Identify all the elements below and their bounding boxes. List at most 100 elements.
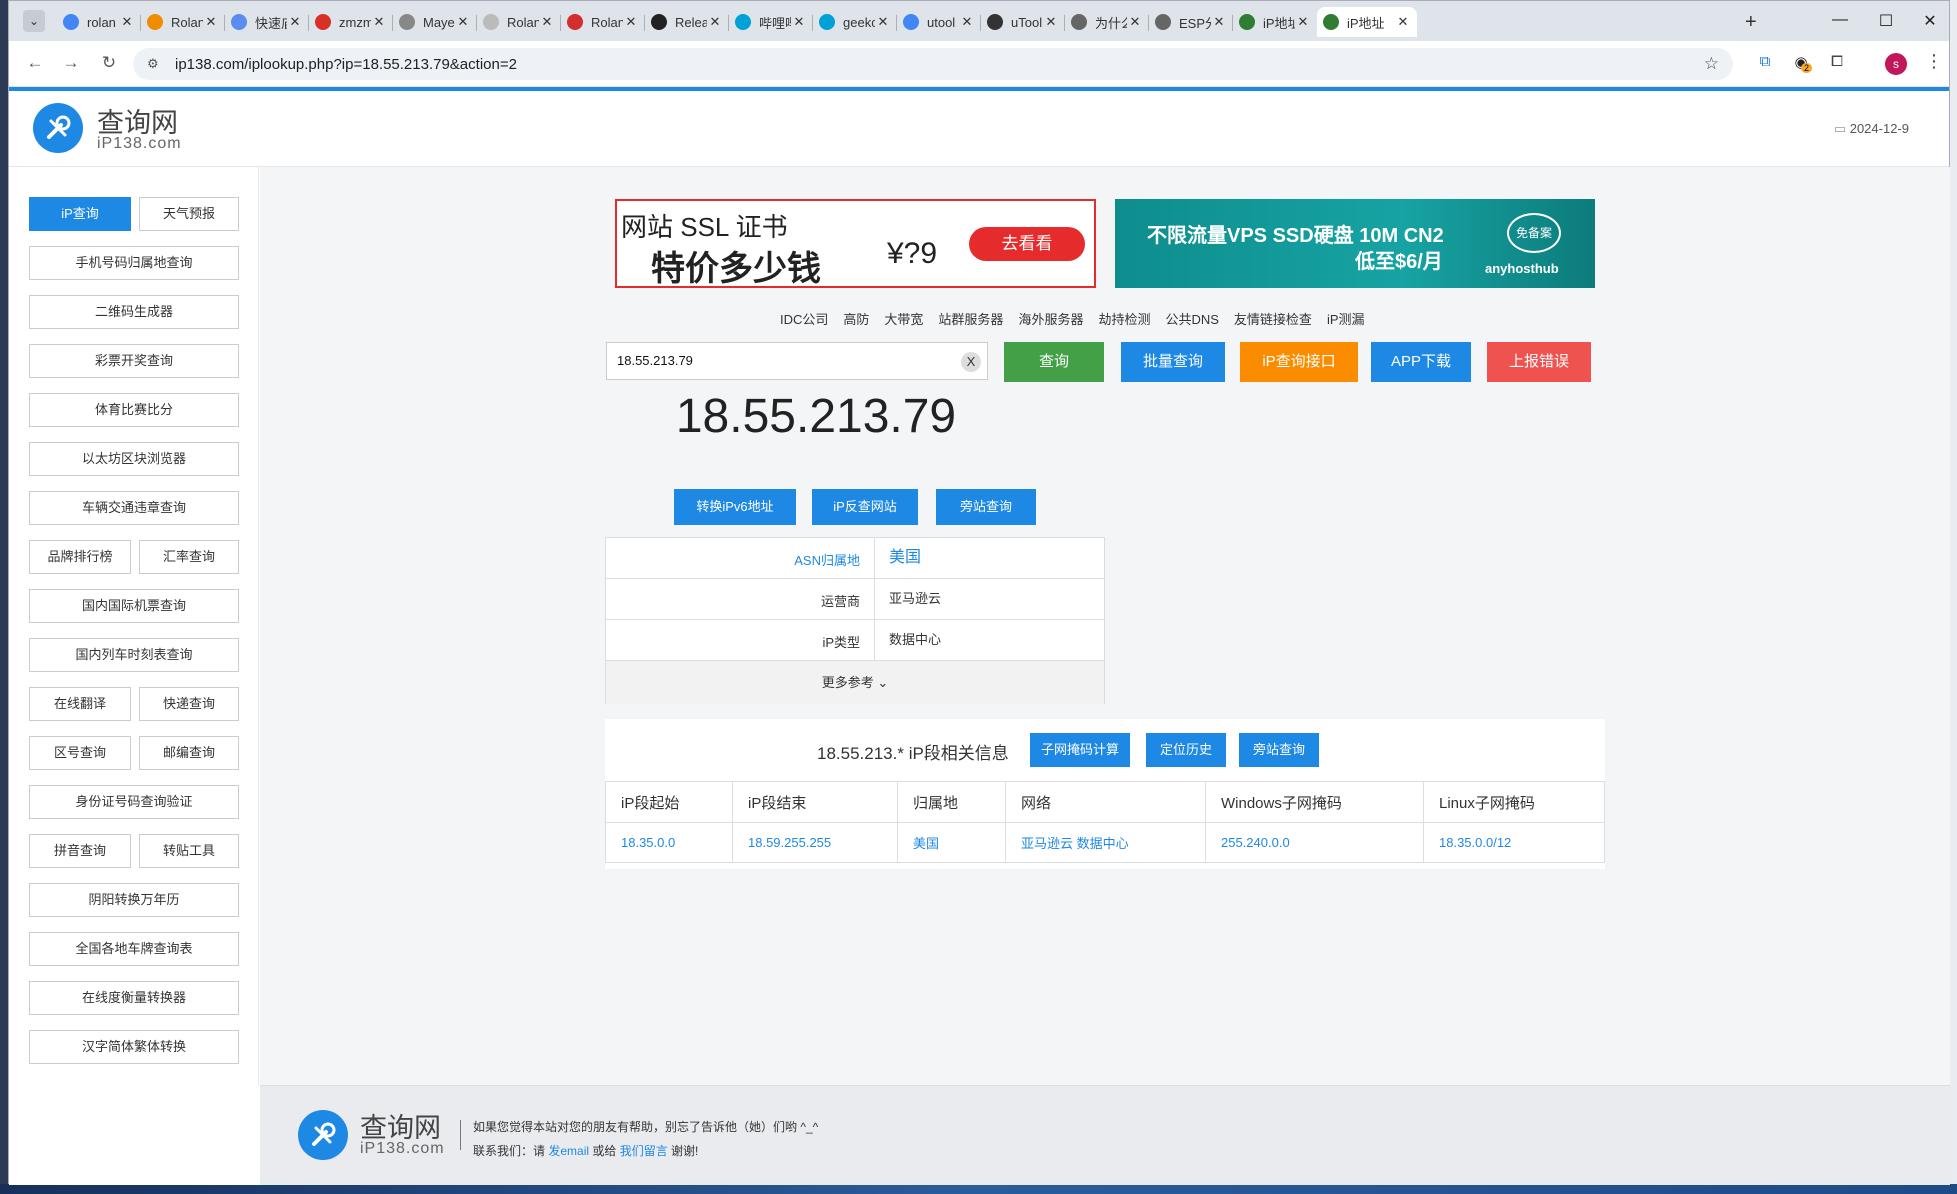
ipv6-convert-button[interactable]: 转换iPv6地址 — [674, 489, 796, 525]
tab-gear[interactable]: ESP分✕ — [1149, 7, 1233, 37]
sidebar-item-areacode[interactable]: 区号查询 — [29, 736, 131, 770]
sidebar-item-calendar[interactable]: 阴阳转换万年历 — [29, 883, 239, 917]
sidebar-item-chinese[interactable]: 汉字简体繁体转换 — [29, 1030, 239, 1064]
close-tab-icon[interactable]: ✕ — [1043, 14, 1059, 30]
sidebar-item-postcode[interactable]: 邮编查询 — [139, 736, 239, 770]
email-link[interactable]: 发email — [548, 1144, 589, 1158]
close-tab-icon[interactable]: ✕ — [119, 14, 135, 30]
profile-avatar[interactable]: s — [1885, 53, 1907, 75]
close-tab-icon[interactable]: ✕ — [371, 14, 387, 30]
close-tab-icon[interactable]: ✕ — [959, 14, 975, 30]
ssl-ad-button[interactable]: 去看看 — [969, 227, 1085, 261]
tab-maye[interactable]: Maye ✕ — [393, 7, 477, 37]
quick-link[interactable]: 大带宽 — [884, 309, 923, 328]
sidebar-item-phone[interactable]: 手机号码归属地查询 — [29, 246, 239, 280]
tab-github[interactable]: Relea ✕ — [645, 7, 729, 37]
ip-search-input[interactable]: 18.55.213.79 — [606, 342, 988, 380]
tab-kuaisu[interactable]: 快速庙✕ — [225, 7, 309, 37]
sidebar-item-lottery[interactable]: 彩票开奖查询 — [29, 344, 239, 378]
close-tab-icon[interactable]: ✕ — [707, 14, 723, 30]
sidebar-item-plate[interactable]: 全国各地车牌查询表 — [29, 932, 239, 966]
close-tab-icon[interactable]: ✕ — [287, 14, 303, 30]
api-button[interactable]: iP查询接口 — [1240, 342, 1358, 382]
sidebar-item-repost[interactable]: 转贴工具 — [139, 834, 239, 868]
close-tab-icon[interactable]: ✕ — [539, 14, 555, 30]
quick-link[interactable]: 友情链接检查 — [1234, 309, 1312, 328]
site-info-icon[interactable]: ⚙ — [147, 56, 159, 72]
logo-domain[interactable]: iP138.com — [97, 135, 182, 153]
tab-google[interactable]: utool ✕ — [897, 7, 981, 37]
tab-utools[interactable]: uTool ✕ — [981, 7, 1065, 37]
quick-link[interactable]: iP测漏 — [1327, 309, 1365, 328]
close-tab-icon[interactable]: ✕ — [791, 14, 807, 30]
reload-button[interactable]: ↻ — [97, 53, 121, 73]
range-side-sites-button[interactable]: 旁站查询 — [1239, 733, 1319, 767]
vps-ad-banner[interactable]: 不限流量VPS SSD硬盘 10M CN2 低至$6/月 免备案 anyhost… — [1115, 199, 1595, 288]
more-reference-toggle[interactable]: 更多参考 ⌄ — [606, 661, 1104, 704]
subnet-calc-button[interactable]: 子网掩码计算 — [1030, 733, 1130, 767]
close-tab-icon[interactable]: ✕ — [1395, 14, 1411, 30]
tab-google[interactable]: rolan ✕ — [57, 7, 141, 37]
reverse-ip-button[interactable]: iP反查网站 — [812, 489, 918, 525]
tab-globe[interactable]: 为什么✕ — [1065, 7, 1149, 37]
report-error-button[interactable]: 上报错误 — [1487, 342, 1591, 382]
logo-wrench-icon[interactable] — [33, 103, 83, 153]
close-tab-icon[interactable]: ✕ — [1211, 14, 1227, 30]
extension-badge-icon[interactable]: ◉ 2 — [1791, 53, 1813, 73]
table-cell[interactable]: 18.59.255.255 — [732, 822, 898, 863]
sidebar-item-qrcode[interactable]: 二维码生成器 — [29, 295, 239, 329]
forward-button[interactable]: → — [59, 53, 83, 73]
clear-input-button[interactable]: X — [961, 352, 981, 372]
tab-zmz[interactable]: zmzm ✕ — [309, 7, 393, 37]
sidebar-item-ip-query[interactable]: iP查询 — [29, 197, 131, 231]
footer-logo-icon[interactable] — [298, 1110, 348, 1160]
sidebar-item-ethereum[interactable]: 以太坊区块浏览器 — [29, 442, 239, 476]
tab-ip138[interactable]: iP地址 ✕ — [1233, 7, 1317, 37]
message-link[interactable]: 我们留言 — [620, 1144, 668, 1158]
sidebar-item-train[interactable]: 国内列车时刻表查询 — [29, 638, 239, 672]
table-cell[interactable]: 18.35.0.0/12 — [1423, 822, 1605, 863]
extensions-puzzle-icon[interactable]: ⧠ — [1827, 53, 1847, 73]
quick-link[interactable]: 站群服务器 — [938, 309, 1003, 328]
close-tab-icon[interactable]: ✕ — [203, 14, 219, 30]
sidebar-item-brand[interactable]: 品牌排行榜 — [29, 540, 131, 574]
close-window-button[interactable]: ✕ — [1915, 11, 1945, 31]
translate-extension-icon[interactable]: ⧉ — [1755, 53, 1775, 73]
query-button[interactable]: 查询 — [1004, 342, 1104, 382]
sidebar-item-express[interactable]: 快递查询 — [139, 687, 239, 721]
sidebar-item-idcard[interactable]: 身份证号码查询验证 — [29, 785, 239, 819]
table-cell[interactable]: 255.240.0.0 — [1205, 822, 1424, 863]
tab-circle[interactable]: Rolan ✕ — [477, 7, 561, 37]
tab-bilibili[interactable]: 哔哩哔✕ — [729, 7, 813, 37]
ssl-ad-banner[interactable]: 网站 SSL 证书 特价多少钱 ¥?9 去看看 — [615, 199, 1096, 288]
table-cell[interactable]: 亚马逊云 数据中心 — [1005, 822, 1206, 863]
quick-link[interactable]: 公共DNS — [1165, 309, 1218, 328]
tab-rolan-red[interactable]: Rolan ✕ — [561, 7, 645, 37]
tab-bilibili[interactable]: geekc ✕ — [813, 7, 897, 37]
new-tab-button[interactable]: + — [1745, 11, 1757, 34]
close-tab-icon[interactable]: ✕ — [1295, 14, 1311, 30]
browser-menu-icon[interactable]: ⋮ — [1925, 51, 1943, 72]
close-tab-icon[interactable]: ✕ — [1127, 14, 1143, 30]
quick-link[interactable]: 高防 — [843, 309, 869, 328]
sidebar-item-weather[interactable]: 天气预报 — [139, 197, 239, 231]
quick-link[interactable]: 海外服务器 — [1018, 309, 1083, 328]
footer-logo-domain[interactable]: iP138.com — [360, 1140, 445, 1158]
quick-link[interactable]: IDC公司 — [780, 309, 828, 328]
sidebar-item-flight[interactable]: 国内国际机票查询 — [29, 589, 239, 623]
batch-query-button[interactable]: 批量查询 — [1121, 342, 1225, 382]
close-tab-icon[interactable]: ✕ — [623, 14, 639, 30]
close-tab-icon[interactable]: ✕ — [875, 14, 891, 30]
close-tab-icon[interactable]: ✕ — [455, 14, 471, 30]
tab-rolan[interactable]: Rolan ✕ — [141, 7, 225, 37]
maximize-button[interactable]: ☐ — [1871, 11, 1901, 31]
location-history-button[interactable]: 定位历史 — [1146, 733, 1226, 767]
sidebar-item-translate[interactable]: 在线翻译 — [29, 687, 131, 721]
app-download-button[interactable]: APP下载 — [1371, 342, 1471, 382]
table-cell[interactable]: 18.35.0.0 — [605, 822, 733, 863]
side-sites-button[interactable]: 旁站查询 — [936, 489, 1036, 525]
quick-link[interactable]: 劫持检测 — [1098, 309, 1150, 328]
sidebar-item-traffic[interactable]: 车辆交通违章查询 — [29, 491, 239, 525]
tab-search-button[interactable]: ⌄ — [23, 10, 45, 32]
sidebar-item-pinyin[interactable]: 拼音查询 — [29, 834, 131, 868]
